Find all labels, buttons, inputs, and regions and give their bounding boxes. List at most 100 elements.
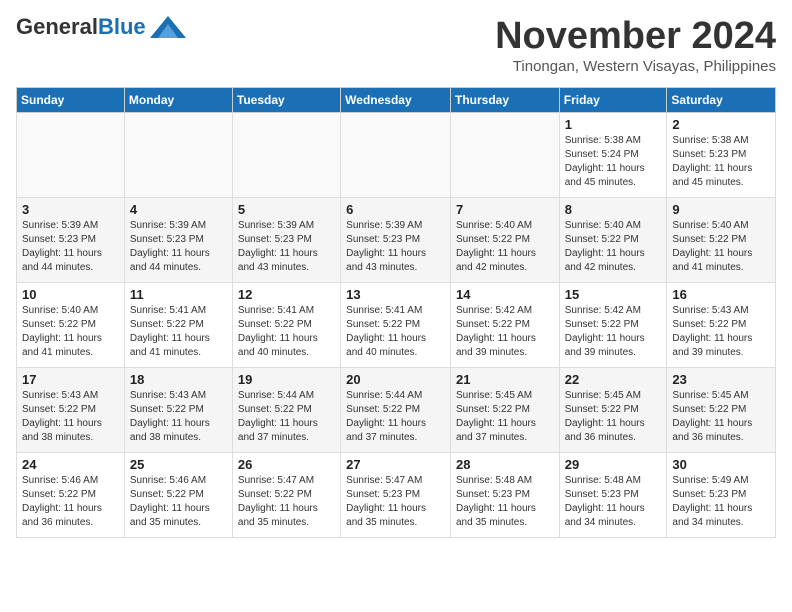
calendar-cell: 28 Sunrise: 5:48 AMSunset: 5:23 PMDayligh… (450, 452, 559, 537)
calendar-cell: 21 Sunrise: 5:45 AMSunset: 5:22 PMDayligh… (450, 367, 559, 452)
calendar-cell: 24 Sunrise: 5:46 AMSunset: 5:22 PMDayligh… (17, 452, 125, 537)
month-title: November 2024 (495, 16, 776, 58)
calendar-cell: 4 Sunrise: 5:39 AMSunset: 5:23 PMDaylight… (124, 197, 232, 282)
calendar-cell: 29Sunrise: 5:48 AMSunset: 5:23 PMDayligh… (559, 452, 667, 537)
day-info: Sunrise: 5:40 AMSunset: 5:22 PMDaylight:… (22, 304, 119, 360)
day-info: Sunrise: 5:42 AMSunset: 5:22 PMDaylight:… (565, 304, 662, 360)
calendar-cell (124, 112, 232, 197)
day-info: Sunrise: 5:39 AMSunset: 5:23 PMDaylight:… (346, 219, 445, 275)
calendar-cell: 6 Sunrise: 5:39 AMSunset: 5:23 PMDaylight… (341, 197, 451, 282)
calendar-cell (17, 112, 125, 197)
calendar-cell: 15 Sunrise: 5:42 AMSunset: 5:22 PMDayligh… (559, 282, 667, 367)
calendar: SundayMondayTuesdayWednesdayThursdayFrid… (16, 87, 776, 538)
header: GeneralBlue November 2024 Tinongan, West… (16, 16, 776, 75)
calendar-cell: 22Sunrise: 5:45 AMSunset: 5:22 PMDayligh… (559, 367, 667, 452)
day-number: 6 (346, 202, 445, 217)
day-info: Sunrise: 5:43 AMSunset: 5:22 PMDaylight:… (22, 389, 119, 445)
day-number: 3 (22, 202, 119, 217)
calendar-cell: 2 Sunrise: 5:38 AMSunset: 5:23 PMDaylight… (667, 112, 776, 197)
calendar-cell (450, 112, 559, 197)
day-info: Sunrise: 5:40 AMSunset: 5:22 PMDaylight:… (565, 219, 662, 275)
calendar-cell: 23 Sunrise: 5:45 AMSunset: 5:22 PMDayligh… (667, 367, 776, 452)
day-info: Sunrise: 5:39 AMSunset: 5:23 PMDaylight:… (130, 219, 227, 275)
calendar-cell: 10 Sunrise: 5:40 AMSunset: 5:22 PMDayligh… (17, 282, 125, 367)
day-info: Sunrise: 5:43 AMSunset: 5:22 PMDaylight:… (672, 304, 770, 360)
day-number: 13 (346, 287, 445, 302)
calendar-cell: 12 Sunrise: 5:41 AMSunset: 5:22 PMDayligh… (232, 282, 340, 367)
day-number: 28 (456, 457, 554, 472)
day-number: 21 (456, 372, 554, 387)
calendar-cell: 19Sunrise: 5:44 AMSunset: 5:22 PMDayligh… (232, 367, 340, 452)
day-info: Sunrise: 5:41 AMSunset: 5:22 PMDaylight:… (238, 304, 335, 360)
day-number: 24 (22, 457, 119, 472)
calendar-cell: 13Sunrise: 5:41 AMSunset: 5:22 PMDayligh… (341, 282, 451, 367)
day-number: 1 (565, 117, 662, 132)
day-number: 20 (346, 372, 445, 387)
calendar-cell: 9 Sunrise: 5:40 AMSunset: 5:22 PMDaylight… (667, 197, 776, 282)
calendar-cell: 8 Sunrise: 5:40 AMSunset: 5:22 PMDaylight… (559, 197, 667, 282)
day-info: Sunrise: 5:45 AMSunset: 5:22 PMDaylight:… (456, 389, 554, 445)
day-number: 5 (238, 202, 335, 217)
logo: GeneralBlue (16, 16, 186, 38)
weekday-header-saturday: Saturday (667, 87, 776, 112)
day-number: 27 (346, 457, 445, 472)
weekday-header-friday: Friday (559, 87, 667, 112)
logo-general: General (16, 14, 98, 39)
day-info: Sunrise: 5:47 AMSunset: 5:22 PMDaylight:… (238, 474, 335, 530)
calendar-cell: 18Sunrise: 5:43 AMSunset: 5:22 PMDayligh… (124, 367, 232, 452)
day-info: Sunrise: 5:42 AMSunset: 5:22 PMDaylight:… (456, 304, 554, 360)
day-info: Sunrise: 5:39 AMSunset: 5:23 PMDaylight:… (22, 219, 119, 275)
day-number: 10 (22, 287, 119, 302)
weekday-header-tuesday: Tuesday (232, 87, 340, 112)
day-number: 16 (672, 287, 770, 302)
title-area: November 2024 Tinongan, Western Visayas,… (495, 16, 776, 75)
day-number: 2 (672, 117, 770, 132)
day-info: Sunrise: 5:44 AMSunset: 5:22 PMDaylight:… (346, 389, 445, 445)
day-number: 29 (565, 457, 662, 472)
day-info: Sunrise: 5:40 AMSunset: 5:22 PMDaylight:… (672, 219, 770, 275)
calendar-cell: 7 Sunrise: 5:40 AMSunset: 5:22 PMDaylight… (450, 197, 559, 282)
calendar-cell: 27 Sunrise: 5:47 AMSunset: 5:23 PMDayligh… (341, 452, 451, 537)
calendar-cell: 17 Sunrise: 5:43 AMSunset: 5:22 PMDayligh… (17, 367, 125, 452)
location: Tinongan, Western Visayas, Philippines (495, 58, 776, 75)
calendar-cell: 20 Sunrise: 5:44 AMSunset: 5:22 PMDayligh… (341, 367, 451, 452)
calendar-cell: 14 Sunrise: 5:42 AMSunset: 5:22 PMDayligh… (450, 282, 559, 367)
day-number: 9 (672, 202, 770, 217)
day-info: Sunrise: 5:47 AMSunset: 5:23 PMDaylight:… (346, 474, 445, 530)
day-number: 30 (672, 457, 770, 472)
day-number: 8 (565, 202, 662, 217)
day-info: Sunrise: 5:41 AMSunset: 5:22 PMDaylight:… (130, 304, 227, 360)
day-number: 17 (22, 372, 119, 387)
logo-icon (150, 16, 186, 38)
day-info: Sunrise: 5:46 AMSunset: 5:22 PMDaylight:… (22, 474, 119, 530)
day-info: Sunrise: 5:48 AMSunset: 5:23 PMDaylight:… (456, 474, 554, 530)
calendar-cell: 1Sunrise: 5:38 AMSunset: 5:24 PMDaylight… (559, 112, 667, 197)
day-number: 12 (238, 287, 335, 302)
day-info: Sunrise: 5:38 AMSunset: 5:23 PMDaylight:… (672, 134, 770, 190)
weekday-header-thursday: Thursday (450, 87, 559, 112)
calendar-cell: 25 Sunrise: 5:46 AMSunset: 5:22 PMDayligh… (124, 452, 232, 537)
day-info: Sunrise: 5:40 AMSunset: 5:22 PMDaylight:… (456, 219, 554, 275)
day-number: 25 (130, 457, 227, 472)
day-info: Sunrise: 5:44 AMSunset: 5:22 PMDaylight:… (238, 389, 335, 445)
calendar-cell: 26Sunrise: 5:47 AMSunset: 5:22 PMDayligh… (232, 452, 340, 537)
weekday-header-sunday: Sunday (17, 87, 125, 112)
day-info: Sunrise: 5:39 AMSunset: 5:23 PMDaylight:… (238, 219, 335, 275)
calendar-cell: 3 Sunrise: 5:39 AMSunset: 5:23 PMDaylight… (17, 197, 125, 282)
calendar-cell: 16 Sunrise: 5:43 AMSunset: 5:22 PMDayligh… (667, 282, 776, 367)
day-number: 7 (456, 202, 554, 217)
day-info: Sunrise: 5:43 AMSunset: 5:22 PMDaylight:… (130, 389, 227, 445)
day-number: 15 (565, 287, 662, 302)
day-number: 23 (672, 372, 770, 387)
weekday-header-monday: Monday (124, 87, 232, 112)
day-number: 14 (456, 287, 554, 302)
day-info: Sunrise: 5:49 AMSunset: 5:23 PMDaylight:… (672, 474, 770, 530)
day-info: Sunrise: 5:46 AMSunset: 5:22 PMDaylight:… (130, 474, 227, 530)
day-info: Sunrise: 5:45 AMSunset: 5:22 PMDaylight:… (672, 389, 770, 445)
logo-blue: Blue (98, 14, 146, 39)
calendar-cell: 5 Sunrise: 5:39 AMSunset: 5:23 PMDaylight… (232, 197, 340, 282)
calendar-cell (341, 112, 451, 197)
calendar-cell (232, 112, 340, 197)
day-number: 11 (130, 287, 227, 302)
day-number: 4 (130, 202, 227, 217)
